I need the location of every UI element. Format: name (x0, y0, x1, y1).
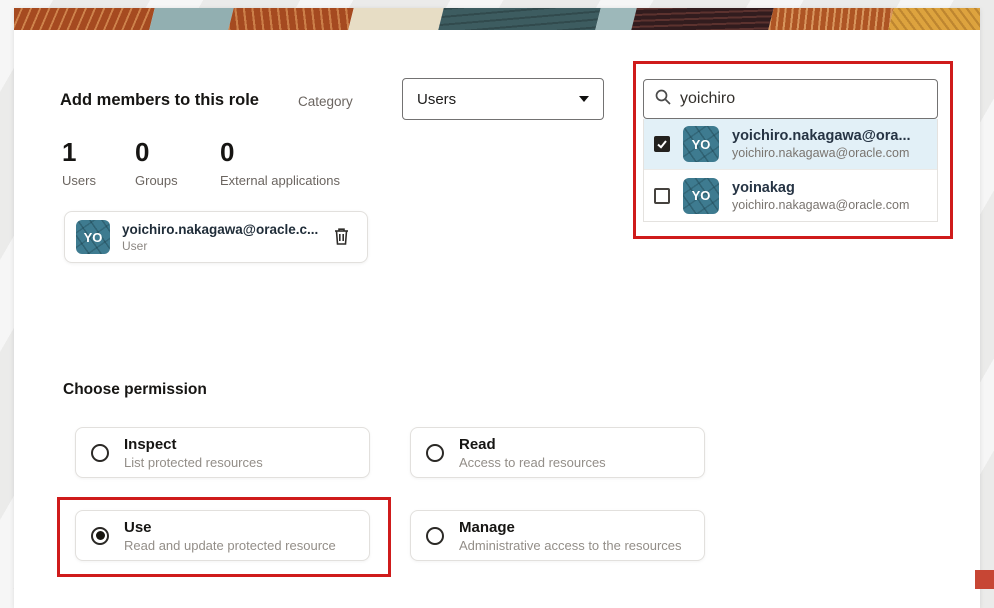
permission-option-use[interactable]: Use Read and update protected resource (75, 510, 370, 561)
search-icon (654, 88, 672, 111)
page: Add members to this role Category Users … (0, 0, 994, 589)
chevron-down-icon (579, 96, 589, 102)
permission-text: Inspect List protected resources (124, 436, 263, 470)
count-users-label: Users (62, 173, 96, 188)
result-checkbox-checked[interactable] (654, 136, 670, 152)
permission-title: Read (459, 436, 606, 453)
content-card: Add members to this role Category Users … (14, 8, 980, 608)
banner-segment (631, 8, 773, 30)
choose-permission-heading: Choose permission (63, 381, 207, 399)
selected-member-type: User (122, 239, 318, 253)
member-search-input[interactable] (680, 90, 927, 108)
count-users: 1 Users (62, 138, 96, 188)
permission-text: Manage Administrative access to the reso… (459, 519, 682, 553)
permission-title: Inspect (124, 436, 263, 453)
count-external-applications-label: External applications (220, 173, 340, 188)
permission-description: Read and update protected resource (124, 538, 336, 553)
category-select-value: Users (417, 91, 579, 108)
count-groups: 0 Groups (135, 138, 178, 188)
result-subtitle: yoichiro.nakagawa@oracle.com (732, 146, 927, 160)
avatar: YO (683, 178, 719, 214)
permission-option-inspect[interactable]: Inspect List protected resources (75, 427, 370, 478)
radio-unselected-icon[interactable] (426, 527, 444, 545)
banner-segment (595, 8, 636, 30)
permission-description: Administrative access to the resources (459, 538, 682, 553)
permission-title: Manage (459, 519, 682, 536)
page-title: Add members to this role (60, 91, 259, 110)
banner-segment (768, 8, 893, 30)
result-subtitle: yoichiro.nakagawa@oracle.com (732, 198, 927, 212)
radio-unselected-icon[interactable] (91, 444, 109, 462)
banner-segment (228, 8, 353, 30)
selected-member-chip: YO yoichiro.nakagawa@oracle.c... User (64, 211, 368, 263)
corner-accent-square (975, 570, 994, 589)
count-external-applications-value: 0 (220, 138, 340, 167)
permission-text: Read Access to read resources (459, 436, 606, 470)
trash-icon (332, 226, 351, 249)
count-groups-value: 0 (135, 138, 178, 167)
decorative-banner (14, 8, 980, 30)
banner-segments (14, 8, 980, 30)
result-title: yoichiro.nakagawa@ora... (732, 128, 927, 144)
permission-option-read[interactable]: Read Access to read resources (410, 427, 705, 478)
avatar: YO (683, 126, 719, 162)
banner-segment (888, 8, 980, 30)
category-select[interactable]: Users (402, 78, 604, 120)
avatar: YO (76, 220, 110, 254)
count-external-applications: 0 External applications (220, 138, 340, 188)
result-checkbox-unchecked[interactable] (654, 188, 670, 204)
banner-segment (149, 8, 233, 30)
search-result-row[interactable]: YO yoichiro.nakagawa@ora... yoichiro.nak… (644, 119, 937, 170)
count-groups-label: Groups (135, 173, 178, 188)
result-text: yoinakag yoichiro.nakagawa@oracle.com (732, 180, 927, 212)
search-results-list: YO yoichiro.nakagawa@ora... yoichiro.nak… (643, 119, 938, 222)
banner-segment (438, 8, 600, 30)
permission-description: List protected resources (124, 455, 263, 470)
permission-description: Access to read resources (459, 455, 606, 470)
result-text: yoichiro.nakagawa@ora... yoichiro.nakaga… (732, 128, 927, 160)
radio-selected-icon[interactable] (91, 527, 109, 545)
permission-text: Use Read and update protected resource (124, 519, 336, 553)
remove-member-button[interactable] (330, 224, 353, 251)
permission-title: Use (124, 519, 336, 536)
selected-member-text: yoichiro.nakagawa@oracle.c... User (122, 222, 318, 253)
category-label: Category (298, 94, 353, 109)
selected-member-name: yoichiro.nakagawa@oracle.c... (122, 222, 318, 237)
permission-option-manage[interactable]: Manage Administrative access to the reso… (410, 510, 705, 561)
radio-unselected-icon[interactable] (426, 444, 444, 462)
count-users-value: 1 (62, 138, 96, 167)
banner-segment (348, 8, 443, 30)
banner-segment (14, 8, 155, 30)
search-result-row[interactable]: YO yoinakag yoichiro.nakagawa@oracle.com (644, 170, 937, 221)
result-title: yoinakag (732, 180, 927, 196)
member-search-box (643, 79, 938, 119)
